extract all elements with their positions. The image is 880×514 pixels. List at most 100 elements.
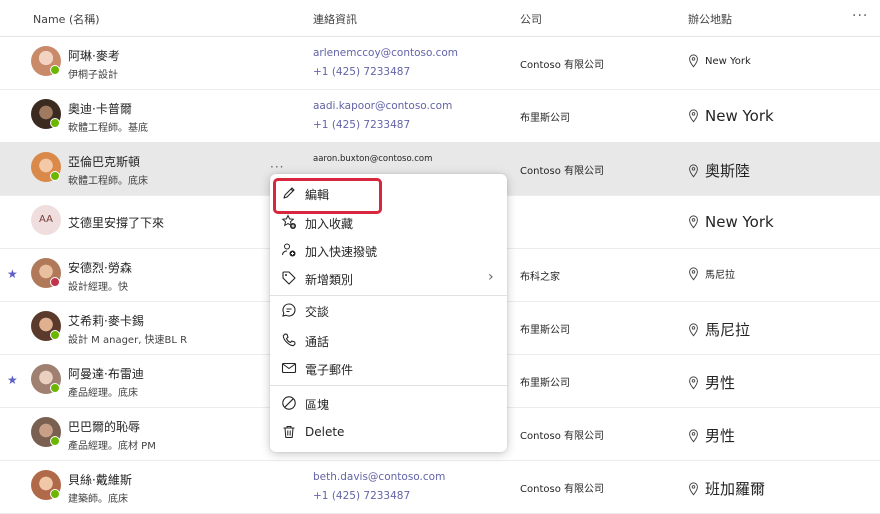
presence-busy-icon [50,277,60,287]
phone-icon [282,333,296,347]
menu-item-call[interactable]: 通話 [270,328,507,354]
contact-title: 伊桐子設計 [68,70,118,81]
contact-office: 馬尼拉 [688,266,735,281]
presence-available-icon [50,436,60,446]
avatar [31,258,61,288]
location-pin-icon [689,481,698,495]
menu-item-delete[interactable]: Delete [270,420,507,446]
contact-company: 布里斯公司 [520,325,570,336]
edit-highlight-box [273,178,382,214]
avatar-initials: AA [31,205,61,235]
location-pin-icon [689,54,698,68]
contact-name[interactable]: 安德烈·勞森 [68,259,132,276]
row-more-options-icon[interactable]: ··· [270,160,284,174]
presence-available-icon [50,330,60,340]
block-icon [282,396,296,410]
contact-company: 布科之家 [520,272,560,283]
avatar [31,311,61,341]
contact-title: 產品經理。底床 [68,388,138,399]
menu-item-email[interactable]: 電子郵件 [270,356,507,382]
contact-name[interactable]: 貝絲·戴維斯 [68,471,132,488]
name-column-header[interactable]: Name (名稱) [33,11,100,27]
location-pin-icon [689,322,698,336]
contact-office: New York [688,54,751,68]
contact-title: 建築師。底床 [68,494,128,505]
contact-office: 馬尼拉 [688,319,750,340]
presence-available-icon [50,118,60,128]
contact-name[interactable]: 巴巴爾的恥辱 [68,418,140,435]
contact-office: 男性 [688,372,735,393]
contact-office: 班加羅爾 [688,478,765,499]
contact-company: 布里斯公司 [520,113,570,124]
location-pin-icon [689,109,698,123]
avatar [31,470,61,500]
contact-email-link[interactable]: aadi.kapoor@contoso.com [313,100,452,112]
contact-name[interactable]: 阿曼達·布雷迪 [68,365,144,382]
contact-row[interactable]: 阿琳·麥考 伊桐子設計 arlenemccoy@contoso.com +1 (… [0,36,880,90]
location-pin-icon [689,163,698,177]
office-column-header[interactable]: 辦公地點 [688,11,732,27]
location-pin-icon [689,375,698,389]
person-add-icon [282,243,296,257]
chevron-right-icon: › [488,269,494,285]
chat-icon [282,303,296,317]
presence-available-icon [50,171,60,181]
contact-name[interactable]: 艾希莉·麥卡錫 [68,312,144,329]
contact-name[interactable]: 阿琳·麥考 [68,47,120,64]
favorite-star-icon: ★ [7,373,18,387]
location-pin-icon [689,428,698,442]
contact-office: New York [688,107,774,125]
contact-company: 布里斯公司 [520,378,570,389]
contact-phone-link[interactable]: +1 (425) 7233487 [313,119,410,131]
contact-company: Contoso 有限公司 [520,484,604,495]
contact-title: 軟體工程師。基底 [68,123,148,134]
contact-company: Contoso 有限公司 [520,431,604,442]
presence-available-icon [50,383,60,393]
contact-column-header[interactable]: 連絡資訊 [313,11,357,27]
menu-item-block[interactable]: 區塊 [270,391,507,417]
contact-company: Contoso 有限公司 [520,60,604,71]
avatar [31,364,61,394]
avatar [31,417,61,447]
contact-title: 設計經理。快 [68,282,128,293]
contact-office: 男性 [688,425,735,446]
contact-context-menu: 編輯 加入收藏 加入快速撥號 新增類別 › 交談 通話 電子郵件 區塊 Dele… [270,174,507,452]
star-add-icon [281,214,296,229]
contact-office: 奧斯陸 [688,160,750,181]
mail-icon [281,362,297,374]
avatar: AA [31,205,61,235]
trash-icon [283,425,295,439]
contact-company: Contoso 有限公司 [520,166,604,177]
contact-phone-link[interactable]: +1 (425) 7233487 [313,490,410,502]
favorite-star-icon: ★ [7,267,18,281]
contact-row[interactable]: 貝絲·戴維斯 建築師。底床 beth.davis@contoso.com +1 … [0,460,880,514]
presence-available-icon [50,489,60,499]
contact-title: 軟體工程師。底床 [68,176,148,187]
contact-email-link[interactable]: arlenemccoy@contoso.com [313,47,458,59]
contact-office: New York [688,213,774,231]
more-options-icon[interactable]: ··· [852,8,868,24]
menu-item-add-speed-dial[interactable]: 加入快速撥號 [270,238,507,264]
contact-phone-link[interactable]: +1 (425) 7233487 [313,66,410,78]
avatar [31,46,61,76]
contact-email-link[interactable]: aaron.buxton@contoso.com [313,154,432,164]
menu-divider [270,295,507,296]
location-pin-icon [689,266,698,280]
contact-name[interactable]: 艾德里安撐了下來 [68,214,164,231]
avatar [31,152,61,182]
contact-name[interactable]: 亞倫巴克斯頓 [68,153,140,170]
location-pin-icon [689,215,698,229]
menu-item-chat[interactable]: 交談 [270,298,507,324]
menu-divider [270,385,507,386]
avatar [31,99,61,129]
menu-item-add-category[interactable]: 新增類別 › [270,266,507,292]
contact-name[interactable]: 奧迪·卡普爾 [68,100,132,117]
contact-title: 設計 M anager, 快速BL R [68,335,188,346]
contact-email-link[interactable]: beth.davis@contoso.com [313,471,445,483]
column-header-row: Name (名稱) 連絡資訊 公司 辦公地點 ··· [0,0,880,37]
tag-icon [282,271,296,285]
presence-available-icon [50,65,60,75]
contact-row[interactable]: 奧迪·卡普爾 軟體工程師。基底 aadi.kapoor@contoso.com … [0,89,880,143]
contact-title: 產品經理。底材 PM [68,441,156,452]
company-column-header[interactable]: 公司 [520,11,542,27]
